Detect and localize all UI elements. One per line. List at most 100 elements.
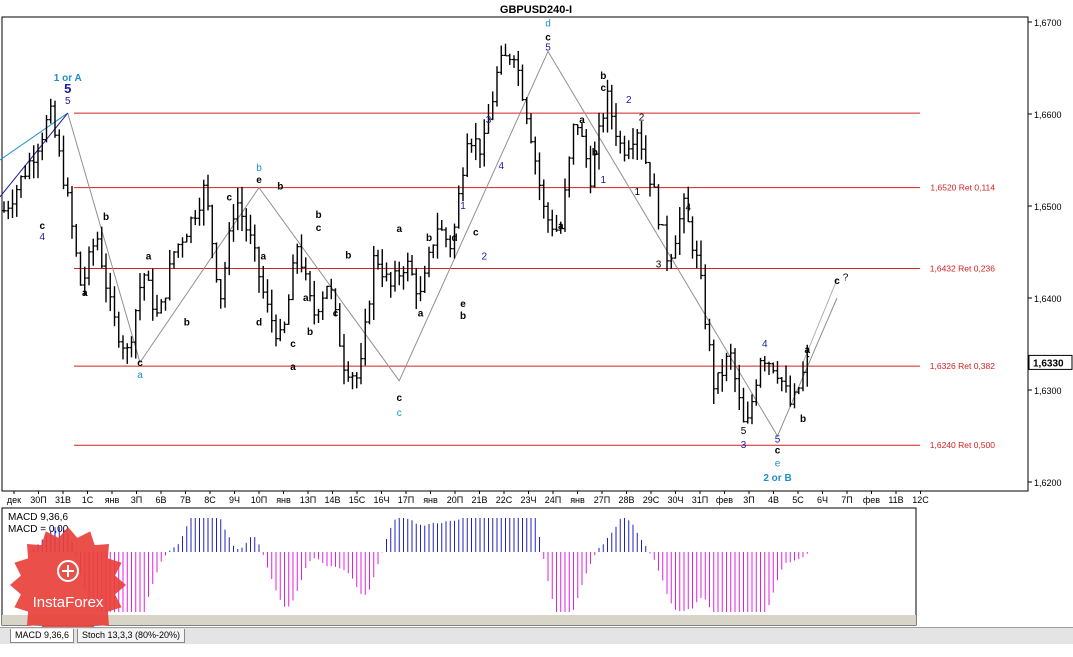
x-tick-label: 21В: [471, 495, 487, 505]
wave-label: 4: [39, 232, 45, 243]
x-tick-label: 22С: [496, 495, 513, 505]
wave-label: b: [600, 71, 606, 82]
y-tick-label: 1,6700: [1034, 18, 1062, 28]
x-tick-label: 14В: [324, 495, 340, 505]
wave-label: d: [256, 318, 262, 329]
x-tick-label: 8С: [204, 495, 216, 505]
wave-label: a: [558, 221, 564, 232]
wave-label: a: [137, 370, 143, 381]
wave-label: b: [103, 212, 109, 223]
x-tick-label: янв: [570, 495, 585, 505]
wave-label: c: [775, 445, 781, 456]
x-tick-label: 3П: [131, 495, 142, 505]
wave-label: a: [82, 288, 88, 299]
chart-window: 1,6520 Ret 0,114 1,6432 Ret 0,236 1,6326 R…: [0, 0, 1073, 657]
wave-label: 4: [498, 161, 504, 172]
x-tick-label: 7В: [180, 495, 191, 505]
wave-label: d: [451, 233, 457, 244]
wave-label: 1: [634, 187, 640, 198]
x-tick-label: дек: [7, 495, 21, 505]
current-price-label: 1,6330: [1033, 358, 1064, 369]
x-tick-label: 24П: [545, 495, 561, 505]
x-tick-label: 10П: [251, 495, 267, 505]
retracement-label: 1,6432 Ret 0,236: [930, 264, 995, 274]
x-tick-label: 30Ч: [667, 495, 683, 505]
wave-label: c: [600, 83, 606, 94]
wave-label: 2 or B: [763, 473, 791, 484]
tab-macd[interactable]: MACD 9,36,6: [10, 629, 75, 643]
x-tick-label: 9Ч: [229, 495, 240, 505]
wave-label: 4: [685, 203, 691, 214]
tab-stochastic[interactable]: Stoch 13,3,3 (80%-20%): [77, 629, 186, 643]
price-plot-frame: [1, 16, 1029, 492]
wave-label: b: [426, 233, 432, 244]
wave-label: 4: [762, 339, 768, 350]
x-tick-label: 31В: [55, 495, 71, 505]
x-tick-label: 16Ч: [373, 495, 389, 505]
wave-label: 2: [626, 95, 632, 106]
y-tick-label: 1,6600: [1034, 110, 1062, 120]
wave-label: c: [39, 221, 45, 232]
y-tick-label: 1,6400: [1034, 294, 1062, 304]
macd-scroll-strip: [2, 615, 916, 625]
wave-label: 1: [600, 175, 606, 186]
x-tick-label: 7П: [841, 495, 852, 505]
x-tick-label: 6В: [155, 495, 166, 505]
x-tick-label: 4В: [768, 495, 779, 505]
wave-label: 2: [481, 251, 487, 262]
wave-label: ?: [843, 273, 849, 284]
wave-label: a: [303, 293, 309, 304]
wave-label: 5: [775, 434, 781, 445]
wave-label: b: [184, 318, 190, 329]
wave-label: c: [834, 276, 840, 287]
x-tick-label: 20П: [447, 495, 463, 505]
wave-label: d: [545, 19, 551, 30]
wave-label: 3: [741, 440, 747, 451]
wave-label: 5: [741, 426, 747, 437]
x-tick-label: 12С: [912, 495, 929, 505]
wave-label: c: [397, 408, 402, 419]
wave-label: a: [260, 251, 266, 262]
wave-label: c: [226, 192, 232, 203]
x-tick-label: янв: [423, 495, 438, 505]
wave-label: 5: [65, 96, 71, 107]
wave-label: a: [396, 224, 402, 235]
wave-label: b: [800, 414, 806, 425]
wave-label: 5: [545, 43, 551, 54]
wave-label: b: [256, 163, 262, 174]
x-tick-label: 3П: [743, 495, 754, 505]
logo-text: InstaForex: [33, 594, 104, 611]
x-tick-label: 17П: [398, 495, 414, 505]
y-tick-label: 1,6300: [1034, 386, 1062, 396]
macd-label: MACD 9,36,6: [8, 512, 68, 523]
x-tick-label: 15С: [349, 495, 366, 505]
x-tick-label: 29С: [643, 495, 660, 505]
wave-label: b: [345, 250, 351, 261]
price-chart[interactable]: 1,6520 Ret 0,114 1,6432 Ret 0,236 1,6326 R…: [0, 0, 1073, 643]
x-tick-label: 11В: [888, 495, 903, 505]
x-tick-label: янв: [105, 495, 120, 505]
wave-label: a: [418, 308, 424, 319]
wave-label: c: [396, 393, 402, 404]
wave-label: b: [460, 311, 466, 322]
x-tick-label: 13П: [300, 495, 316, 505]
wave-label: 1: [460, 201, 466, 212]
wave-label: b: [592, 147, 598, 158]
wave-label: 3: [656, 260, 662, 271]
indicator-tabbar: MACD 9,36,6 Stoch 13,3,3 (80%-20%): [0, 627, 1073, 644]
wave-label: c: [333, 308, 339, 319]
wave-label: e: [460, 299, 466, 310]
wave-label: e: [775, 458, 781, 469]
wave-label: a: [804, 345, 810, 356]
x-tick-label: 28В: [618, 495, 634, 505]
x-tick-label: 5С: [792, 495, 804, 505]
wave-label: 2: [639, 112, 645, 123]
wave-label: a: [290, 362, 296, 373]
retracement-label: 1,6240 Ret 0,500: [930, 440, 995, 450]
wave-label: b: [307, 327, 313, 338]
y-tick-label: 1,6200: [1034, 478, 1062, 488]
x-tick-label: 27П: [594, 495, 610, 505]
chart-title: GBPUSD240-I: [500, 4, 572, 16]
x-tick-label: 31П: [692, 495, 708, 505]
wave-label: c: [290, 339, 296, 350]
